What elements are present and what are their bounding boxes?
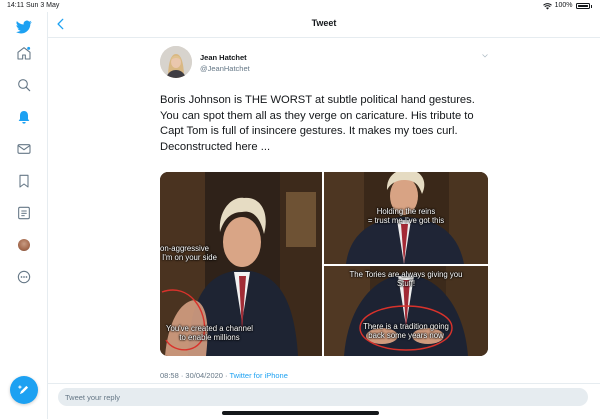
- battery-tip: [590, 4, 592, 8]
- tweet-text: Boris Johnson is THE WORST at subtle pol…: [160, 94, 475, 153]
- battery-percent: 100%: [554, 2, 573, 9]
- top-header: Tweet: [48, 12, 600, 38]
- tweet-timestamp: 08:58 · 30/04/2020 ·: [160, 371, 228, 380]
- media-image-right-bottom[interactable]: The Tories are always giving you Stuff! …: [324, 266, 488, 356]
- caption-right-top: Holding the reins = trust me I've got th…: [367, 207, 445, 225]
- notifications-icon[interactable]: [14, 107, 34, 127]
- explore-icon[interactable]: [14, 75, 34, 95]
- home-icon[interactable]: [14, 43, 34, 63]
- tweet-meta: 08:58 · 30/04/2020 · Twitter for iPhone: [160, 371, 288, 380]
- messages-icon[interactable]: [14, 139, 34, 159]
- status-time-date: 14:11 Sun 3 May: [7, 2, 60, 9]
- profile-icon[interactable]: [14, 235, 34, 255]
- tweet-source-link[interactable]: Twitter for iPhone: [230, 371, 288, 380]
- tweet-media-grid: on-aggressive I'm on your side You've cr…: [160, 172, 488, 356]
- status-bar: 14:11 Sun 3 May 100%: [0, 0, 600, 12]
- caption-left-top: on-aggressive I'm on your side: [160, 244, 217, 262]
- lists-icon[interactable]: [14, 203, 34, 223]
- media-image-left[interactable]: on-aggressive I'm on your side You've cr…: [160, 172, 322, 356]
- author-name[interactable]: Jean Hatchet: [200, 53, 247, 62]
- status-indicators: 100%: [542, 0, 592, 12]
- author-avatar[interactable]: [160, 46, 192, 78]
- wifi-icon: [542, 2, 552, 9]
- caption-right-middle: The Tories are always giving you Stuff!: [349, 270, 463, 288]
- bookmarks-icon[interactable]: [14, 171, 34, 191]
- media-image-right-top[interactable]: Holding the reins = trust me I've got th…: [324, 172, 488, 264]
- home-indicator: [222, 411, 379, 415]
- more-icon[interactable]: [14, 267, 34, 287]
- page-title: Tweet: [311, 18, 337, 28]
- author-handle[interactable]: @JeanHatchet: [200, 64, 250, 73]
- chevron-down-icon[interactable]: [481, 52, 489, 60]
- profile-avatar: [18, 239, 30, 251]
- sidebar-nav: [0, 12, 48, 419]
- compose-tweet-button[interactable]: [10, 376, 38, 404]
- reply-input[interactable]: [58, 388, 588, 406]
- compose-icon: [18, 385, 29, 395]
- caption-right-bottom: There is a tradition going back some yea…: [363, 322, 449, 340]
- caption-left-bottom: You've created a channel to enable milli…: [166, 324, 254, 342]
- twitter-logo-icon[interactable]: [14, 17, 34, 37]
- battery-icon: [575, 3, 590, 9]
